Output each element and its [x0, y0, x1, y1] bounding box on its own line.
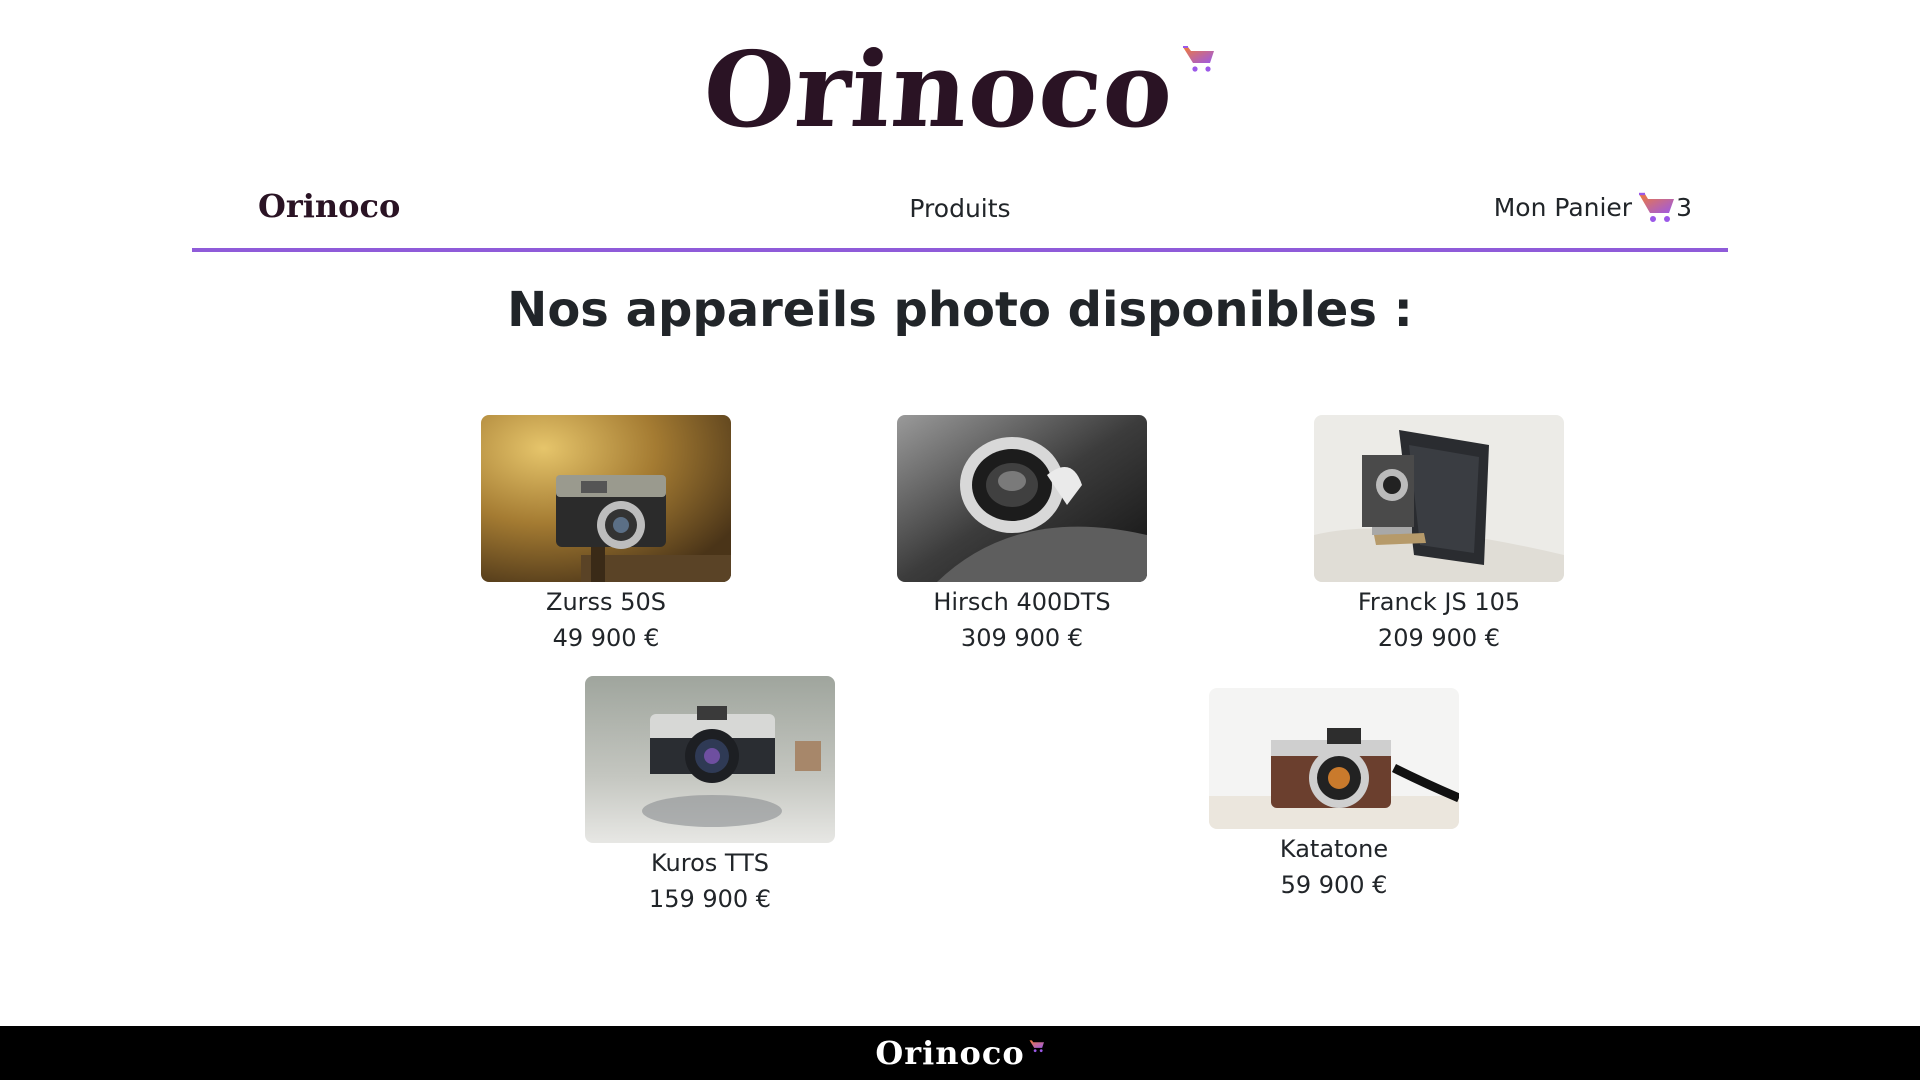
page-title: Nos appareils photo disponibles : [507, 282, 1413, 338]
product-name: Franck JS 105 [1357, 588, 1521, 616]
product-card[interactable]: Franck JS 105 209 900 € [1314, 415, 1564, 652]
footer: Orinoco [0, 1026, 1920, 1080]
product-price: 159 900 € [648, 885, 772, 913]
cart-count-badge: 3 [1676, 192, 1692, 222]
product-name: Hirsch 400DTS [933, 588, 1111, 616]
cart-icon [1029, 1040, 1044, 1053]
camera-photo-icon [897, 415, 1147, 582]
product-card[interactable]: Hirsch 400DTS 309 900 € [897, 415, 1147, 652]
product-card[interactable]: Katatone 59 900 € [1209, 688, 1459, 899]
product-image[interactable] [897, 415, 1147, 582]
nav-brand-link[interactable]: Orinoco [258, 190, 400, 222]
product-price: 309 900 € [960, 624, 1084, 652]
nav-products-link[interactable]: Produits [909, 194, 1010, 223]
product-image[interactable] [585, 676, 835, 843]
camera-photo-icon [1314, 415, 1564, 582]
product-price: 59 900 € [1280, 871, 1388, 899]
cart-icon [1182, 46, 1214, 72]
camera-photo-icon [585, 676, 835, 843]
product-name: Kuros TTS [650, 849, 770, 877]
footer-logo[interactable]: Orinoco [875, 1037, 1044, 1069]
product-image[interactable] [481, 415, 731, 582]
navbar: Orinoco Produits Mon Panier 3 [192, 180, 1728, 252]
nav-cart-label: Mon Panier [1493, 192, 1633, 222]
logo-header: Orinoco [0, 0, 1920, 180]
page: Orinoco Orinoco Produits Mon Panier 3 No… [0, 0, 1920, 1080]
product-image[interactable] [1209, 688, 1459, 829]
product-name: Zurss 50S [546, 588, 666, 616]
footer-logo-text: Orinoco [875, 1034, 1025, 1072]
nav-cart-link[interactable]: Mon Panier 3 [1494, 190, 1692, 224]
product-price: 49 900 € [552, 624, 660, 652]
product-name: Katatone [1279, 835, 1389, 863]
product-image[interactable] [1314, 415, 1564, 582]
logo-text: Orinoco [699, 28, 1179, 151]
camera-photo-icon [481, 415, 731, 582]
cart-icon [1639, 192, 1675, 222]
site-logo[interactable]: Orinoco [699, 28, 1216, 151]
product-price: 209 900 € [1377, 624, 1501, 652]
camera-photo-icon [1209, 688, 1459, 829]
product-card[interactable]: Kuros TTS 159 900 € [585, 676, 835, 913]
product-card[interactable]: Zurss 50S 49 900 € [481, 415, 731, 652]
